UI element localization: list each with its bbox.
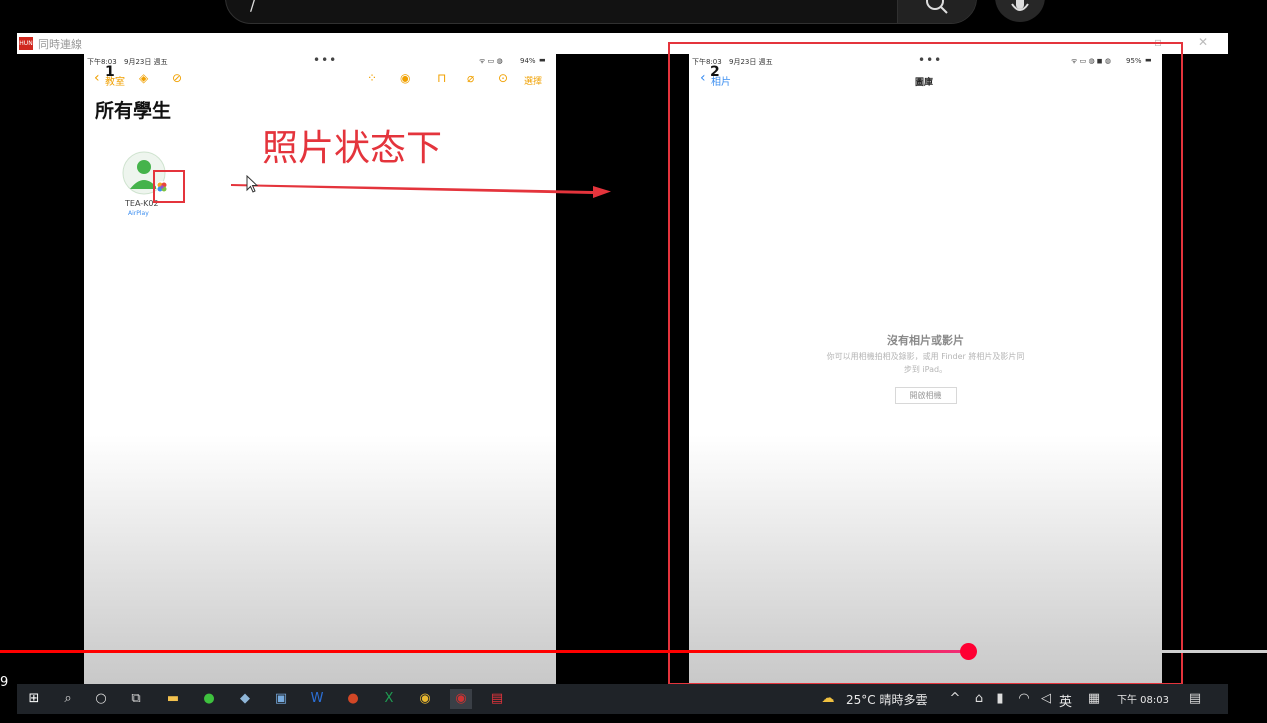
window-title: 同時連線 — [38, 38, 82, 51]
screen-app-icon[interactable]: ▣ — [270, 689, 292, 709]
compass-icon[interactable]: ⊘ — [172, 71, 182, 85]
windows-start-icon[interactable]: ⊞ — [23, 689, 45, 709]
notification-icon[interactable]: ▤ — [1184, 689, 1206, 709]
eye-icon[interactable]: ◉ — [400, 71, 410, 85]
ime-indicator[interactable]: 英 — [1059, 691, 1072, 710]
tray-app-icon[interactable]: ⌂ — [968, 689, 990, 709]
video-time-label: 9 — [0, 675, 9, 690]
weather-icon: ☁ — [821, 691, 835, 706]
step-number-1: 1 — [105, 64, 115, 80]
progress-scrubber-handle[interactable] — [960, 643, 977, 660]
student-airplay-status: AirPlay — [128, 210, 149, 217]
lock-icon[interactable]: ⊓ — [437, 71, 446, 85]
progress-remaining[interactable] — [968, 650, 1267, 653]
multitask-dots[interactable]: ••• — [313, 54, 337, 67]
select-button[interactable]: 選擇 — [524, 74, 542, 87]
powerpoint-app-icon[interactable]: ● — [342, 689, 364, 709]
excel-app-icon[interactable]: X — [378, 689, 400, 709]
mouse-pointer-icon — [246, 175, 259, 193]
progress-played[interactable] — [0, 650, 968, 653]
cortana-icon[interactable]: ○ — [90, 689, 112, 709]
volume-icon[interactable]: ◁ — [1035, 689, 1057, 709]
ime-mode-icon[interactable]: ▦ — [1083, 689, 1105, 709]
voice-search-button[interactable] — [995, 0, 1045, 22]
search-button[interactable] — [897, 0, 976, 23]
weather-text[interactable]: 25°C 晴時多雲 — [846, 691, 927, 708]
word-app-icon[interactable]: W — [306, 689, 328, 709]
chrome-app-icon[interactable]: ◉ — [414, 689, 436, 709]
microphone-icon — [1011, 0, 1029, 11]
layers-icon[interactable]: ◈ — [139, 71, 148, 85]
battery-icon: ▬ — [539, 56, 546, 64]
battery-level: 94% — [520, 57, 536, 65]
mute-icon[interactable]: ⌀ — [467, 71, 474, 85]
apps-grid-icon[interactable]: ⁘ — [367, 71, 377, 85]
chevron-up-icon[interactable]: ^ — [944, 689, 966, 709]
task-view-icon[interactable]: ⧉ — [125, 689, 147, 709]
notepad-app-icon[interactable]: ◆ — [234, 689, 256, 709]
status-date: 9月23日 週五 — [124, 58, 168, 66]
highlight-box-photos-badge — [153, 170, 185, 203]
annotation-text: 照片状态下 — [262, 128, 443, 169]
close-icon[interactable]: ✕ — [1198, 35, 1208, 49]
network-icon[interactable]: ◠ — [1013, 689, 1035, 709]
chrome-active-app-icon[interactable]: ◉ — [450, 689, 472, 709]
back-chevron-icon[interactable]: ‹ — [94, 70, 100, 86]
text-cursor: / — [250, 0, 256, 14]
app-logo: HUN — [19, 37, 33, 50]
screen-fade — [84, 435, 556, 685]
search-bar[interactable]: / — [225, 0, 977, 24]
mirror-app-icon[interactable]: ▤ — [486, 689, 508, 709]
clock[interactable]: 下午 08:03 — [1117, 691, 1169, 706]
page-title: 所有學生 — [95, 100, 172, 122]
line-app-icon[interactable]: ● — [198, 689, 220, 709]
search-icon[interactable]: ⌕ — [57, 689, 79, 709]
wifi-icon: ᯤ ▭ ◍ — [479, 57, 503, 65]
file-explorer-icon[interactable]: ▬ — [162, 689, 184, 709]
arrow-icon — [231, 184, 611, 198]
highlight-box-photos-screen — [668, 42, 1183, 685]
more-icon[interactable]: ⊙ — [498, 71, 508, 85]
search-icon — [926, 0, 948, 14]
windows-taskbar: ⊞ ⌕ ○ ⧉ ▬ ● ◆ ▣ W ● X ◉ ◉ ▤ ☁ 25°C 晴時多雲 … — [17, 684, 1228, 714]
microphone-tray-icon[interactable]: ▮ — [989, 689, 1011, 709]
